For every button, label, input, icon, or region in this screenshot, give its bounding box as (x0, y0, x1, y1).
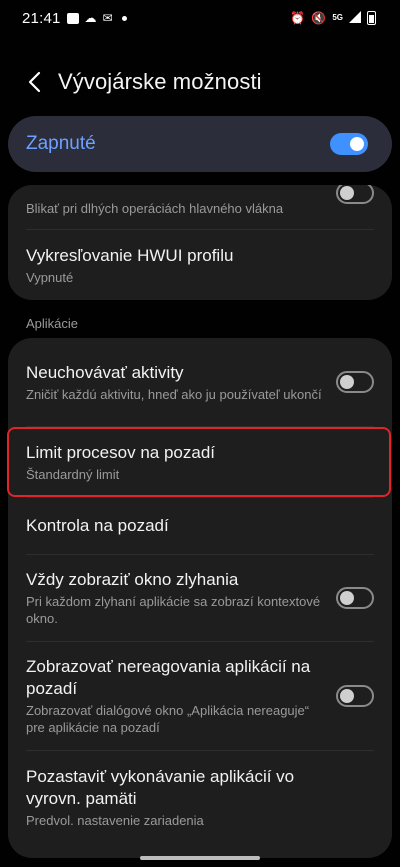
chevron-left-icon[interactable] (22, 70, 46, 94)
settings-item-background-anr[interactable]: Zobrazovať nereagovania aplikácií na poz… (8, 642, 392, 750)
settings-item-title: Neuchovávať aktivity (26, 362, 184, 382)
settings-item-text: Blikať pri dlhých operáciách hlavného vl… (26, 192, 283, 217)
settings-item-title: Pozastaviť vykonávanie aplikácií vo vyro… (26, 766, 295, 808)
battery-icon (367, 11, 376, 25)
settings-card-apps: Neuchovávať aktivity Zničiť každú aktivi… (8, 338, 392, 858)
app-header: Vývojárske možnosti (0, 58, 400, 106)
image-icon (66, 12, 79, 24)
page-title: Vývojárske možnosti (58, 69, 262, 94)
home-gesture-bar[interactable] (140, 856, 260, 860)
network-type-label: 5G (332, 13, 343, 22)
master-switch-label: Zapnuté (26, 133, 96, 154)
settings-item-subtitle: Zničiť každú aktivitu, hneď ako ju použí… (26, 386, 322, 402)
signal-icon (349, 11, 361, 25)
settings-item-title: Limit procesov na pozadí (26, 442, 215, 462)
settings-item-title: Kontrola na pozadí (26, 516, 169, 535)
settings-item-hwui-profile[interactable]: Vykresľovanie HWUI profilu Vypnuté (8, 230, 392, 300)
section-header-apps: Aplikácie (26, 316, 79, 331)
mail-icon: ✉ (102, 11, 113, 25)
settings-item-background-check[interactable]: Kontrola na pozadí (8, 498, 392, 554)
settings-item-subtitle: Blikať pri dlhých operáciách hlavného vl… (26, 200, 284, 216)
settings-item-text: Neuchovávať aktivity Zničiť každú aktivi… (26, 362, 322, 403)
settings-item-text: Zobrazovať nereagovania aplikácií na poz… (26, 656, 326, 736)
alarm-icon: ⏰ (290, 11, 306, 25)
settings-item-subtitle: Pri každom zlyhaní aplikácie sa zobrazí … (26, 594, 321, 626)
settings-item-suspend-cached-apps[interactable]: Pozastaviť vykonávanie aplikácií vo vyro… (8, 751, 392, 843)
mute-icon: 🔇 (311, 11, 327, 25)
cloud-icon: ☁ (84, 11, 97, 25)
master-switch-row[interactable]: Zapnuté (8, 116, 392, 172)
toggle-background-anr[interactable] (336, 685, 374, 707)
status-bar-right: ⏰ 🔇 5G (290, 11, 376, 25)
status-bar-left: 21:41 ☁ ✉ (22, 10, 127, 27)
settings-item-text: Kontrola na pozadí (26, 515, 169, 537)
settings-card-graphics: Blikať pri dlhých operáciách hlavného vl… (8, 185, 392, 300)
settings-item-background-process-limit[interactable]: Limit procesov na pozadí Štandardný limi… (8, 427, 392, 497)
settings-item-subtitle: Štandardný limit (26, 466, 120, 482)
settings-item-text: Limit procesov na pozadí Štandardný limi… (26, 442, 215, 483)
settings-item-subtitle: Predvol. nastavenie zariadenia (26, 812, 204, 828)
toggle-dont-keep-activities[interactable] (336, 371, 374, 393)
status-time: 21:41 (22, 9, 61, 27)
settings-item-subtitle: Zobrazovať dialógové okno „Aplikácia ner… (26, 703, 310, 735)
settings-item-title: Vždy zobraziť okno zlyhania (26, 570, 239, 589)
settings-item-show-crash-dialog[interactable]: Vždy zobraziť okno zlyhania Pri každom z… (8, 555, 392, 641)
master-toggle[interactable] (330, 133, 368, 155)
toggle-show-crash-dialog[interactable] (336, 587, 374, 609)
settings-item-text: Vykresľovanie HWUI profilu Vypnuté (26, 245, 233, 286)
toggle-long-ops-flash[interactable] (336, 185, 374, 204)
dot-icon (121, 15, 127, 21)
settings-item-text: Vždy zobraziť okno zlyhania Pri každom z… (26, 569, 326, 627)
settings-item-text: Pozastaviť vykonávanie aplikácií vo vyro… (26, 766, 326, 829)
settings-item-dont-keep-activities[interactable]: Neuchovávať aktivity Zničiť každú aktivi… (8, 338, 392, 426)
settings-item-subtitle: Vypnuté (26, 269, 74, 285)
settings-item-long-ops-flash[interactable]: Blikať pri dlhých operáciách hlavného vl… (8, 185, 392, 223)
settings-item-title: Zobrazovať nereagovania aplikácií na poz… (26, 657, 311, 698)
status-bar: 21:41 ☁ ✉ ⏰ 🔇 5G (0, 0, 400, 36)
settings-item-title: Vykresľovanie HWUI profilu (26, 245, 234, 265)
